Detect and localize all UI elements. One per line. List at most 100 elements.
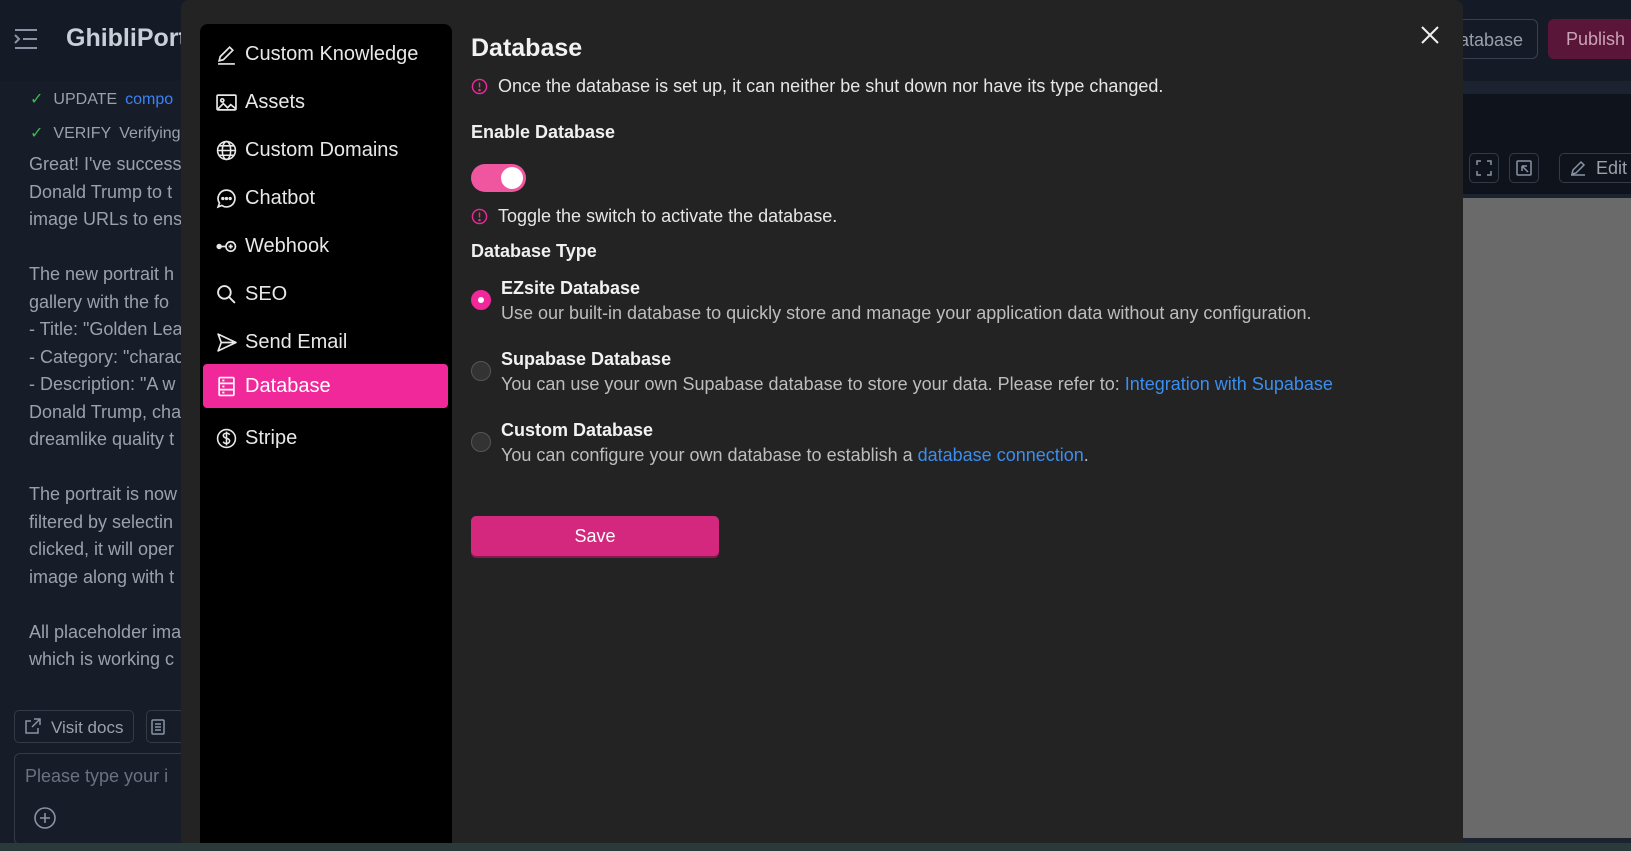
check-icon: ✓ — [30, 125, 44, 142]
chat-step: ✓ VERIFY Verifying — [30, 123, 181, 143]
chat-line: clicked, it will oper — [29, 539, 175, 559]
fullscreen-button[interactable] — [1469, 153, 1499, 183]
check-icon: ✓ — [30, 91, 44, 108]
settings-sidebar: Custom Knowledge Assets Custom Domains C… — [200, 24, 452, 851]
chat-line: - Title: "Golden Lea — [29, 319, 181, 339]
fullscreen-icon — [1476, 160, 1492, 176]
chat-line: dreamlike quality t — [29, 429, 175, 449]
sidebar-item-label: Assets — [245, 90, 306, 113]
dollar-icon — [216, 428, 237, 448]
external-link-icon — [25, 718, 41, 734]
option-description-text: You can use your own Supabase database t… — [501, 374, 1125, 394]
app-title: GhibliPort — [66, 24, 187, 52]
publish-button[interactable]: Publish — [1548, 19, 1631, 59]
sidebar-item-label: Database — [245, 374, 331, 397]
pencil-icon — [1570, 160, 1586, 176]
chat-step: ✓ UPDATE compo — [30, 89, 173, 109]
option-description-text: You can configure your own database to e… — [501, 445, 918, 465]
sidebar-item-stripe[interactable]: Stripe — [203, 416, 448, 460]
chat-line: which is working c — [29, 649, 175, 669]
chat-line: image URLs to ens — [29, 209, 181, 229]
alert-circle-icon — [471, 78, 488, 95]
edit-label: Edit — [1596, 158, 1628, 178]
alert-circle-icon — [471, 208, 488, 225]
chat-line: filtered by selectin — [29, 511, 174, 532]
database-connection-link[interactable]: database connection — [918, 445, 1084, 465]
sidebar-item-webhook[interactable]: Webhook — [203, 224, 448, 268]
chat-line: - Category: "charac — [29, 346, 181, 367]
add-attachment-icon[interactable] — [33, 806, 57, 830]
option-title: Custom Database — [501, 420, 654, 440]
chat-line: Donald Trump, cha — [29, 401, 181, 422]
select-element-button[interactable] — [1509, 153, 1539, 183]
toggle-hint-text: Toggle the switch to activate the databa… — [498, 206, 838, 226]
chat-bubble-icon — [216, 188, 236, 208]
sidebar-item-label: Custom Domains — [245, 138, 399, 161]
sidebar-item-send-email[interactable]: Send Email — [203, 320, 448, 364]
settings-modal: Custom Knowledge Assets Custom Domains C… — [181, 0, 1463, 851]
close-icon[interactable] — [1417, 22, 1443, 48]
toggle-hint: Toggle the switch to activate the databa… — [471, 206, 837, 227]
enable-database-toggle[interactable] — [471, 164, 526, 192]
option-description: You can use your own Supabase database t… — [501, 374, 1333, 395]
image-icon — [216, 93, 237, 111]
sidebar-item-label: Custom Knowledge — [245, 42, 419, 65]
radio-custom[interactable] — [471, 432, 491, 452]
enable-database-label: Enable Database — [471, 122, 616, 142]
chat-line: Great! I've success — [29, 154, 181, 174]
database-type-label: Database Type — [471, 241, 597, 261]
chat-line: The portrait is now — [29, 484, 178, 504]
step-status: UPDATE — [53, 91, 118, 108]
document-icon — [151, 719, 165, 735]
step-text: Verifying — [119, 125, 181, 142]
search-icon — [217, 284, 236, 304]
document-button[interactable] — [146, 710, 181, 743]
globe-icon — [216, 140, 237, 160]
option-title: EZsite Database — [501, 278, 641, 298]
chat-input[interactable]: Please type your i — [14, 753, 181, 845]
sidebar-item-label: Send Email — [245, 330, 348, 353]
integration-supabase-link[interactable]: Integration with Supabase — [1125, 374, 1333, 394]
chat-panel: ✓ UPDATE compo ✓ VERIFY Verifying Great! I'v… — [0, 81, 181, 851]
webhook-icon — [216, 240, 237, 252]
chat-line: The new portrait h — [29, 264, 175, 284]
setup-warning: Once the database is set up, it can neit… — [471, 76, 1163, 97]
chat-line: gallery with the fo — [29, 291, 170, 312]
warning-text: Once the database is set up, it can neit… — [498, 76, 1164, 96]
chat-input-placeholder: Please type your i — [25, 766, 169, 786]
pencil-icon — [217, 45, 235, 65]
chat-line: image along with t — [29, 566, 175, 587]
visit-docs-label: Visit docs — [51, 718, 124, 737]
step-status: VERIFY — [53, 125, 112, 142]
sidebar-item-seo[interactable]: SEO — [203, 272, 448, 316]
toggle-knob — [501, 167, 523, 189]
radio-ezsite[interactable] — [471, 290, 491, 310]
visit-docs-button[interactable]: Visit docs — [14, 710, 134, 743]
sidebar-item-label: Webhook — [245, 234, 330, 257]
chat-line: All placeholder ima — [29, 621, 181, 642]
send-icon — [217, 332, 237, 352]
radio-supabase[interactable] — [471, 361, 491, 381]
page-title: Database — [471, 34, 583, 62]
sidebar-item-label: SEO — [245, 282, 288, 305]
menu-toggle-icon[interactable] — [14, 28, 38, 50]
chat-line: Donald Trump to t — [29, 181, 173, 202]
bottom-status-strip — [0, 843, 1631, 851]
step-link[interactable]: compo — [125, 91, 173, 108]
cursor-select-icon — [1516, 160, 1532, 176]
sidebar-item-label: Stripe — [245, 426, 298, 449]
database-icon — [218, 376, 235, 396]
sidebar-item-assets[interactable]: Assets — [203, 80, 448, 124]
sidebar-item-label: Chatbot — [245, 186, 316, 209]
sidebar-item-custom-domains[interactable]: Custom Domains — [203, 128, 448, 172]
option-description: Use our built-in database to quickly sto… — [501, 303, 1312, 323]
save-button[interactable]: Save — [471, 516, 719, 556]
chat-line: - Description: "A w — [29, 374, 176, 394]
option-title: Supabase Database — [501, 349, 672, 369]
edit-button[interactable]: Edit — [1559, 153, 1631, 183]
sidebar-item-chatbot[interactable]: Chatbot — [203, 176, 448, 220]
sidebar-item-database[interactable]: Database — [203, 364, 448, 408]
option-description-suffix: . — [1083, 445, 1089, 465]
sidebar-item-custom-knowledge[interactable]: Custom Knowledge — [203, 32, 448, 76]
option-description: You can configure your own database to e… — [501, 445, 1089, 466]
